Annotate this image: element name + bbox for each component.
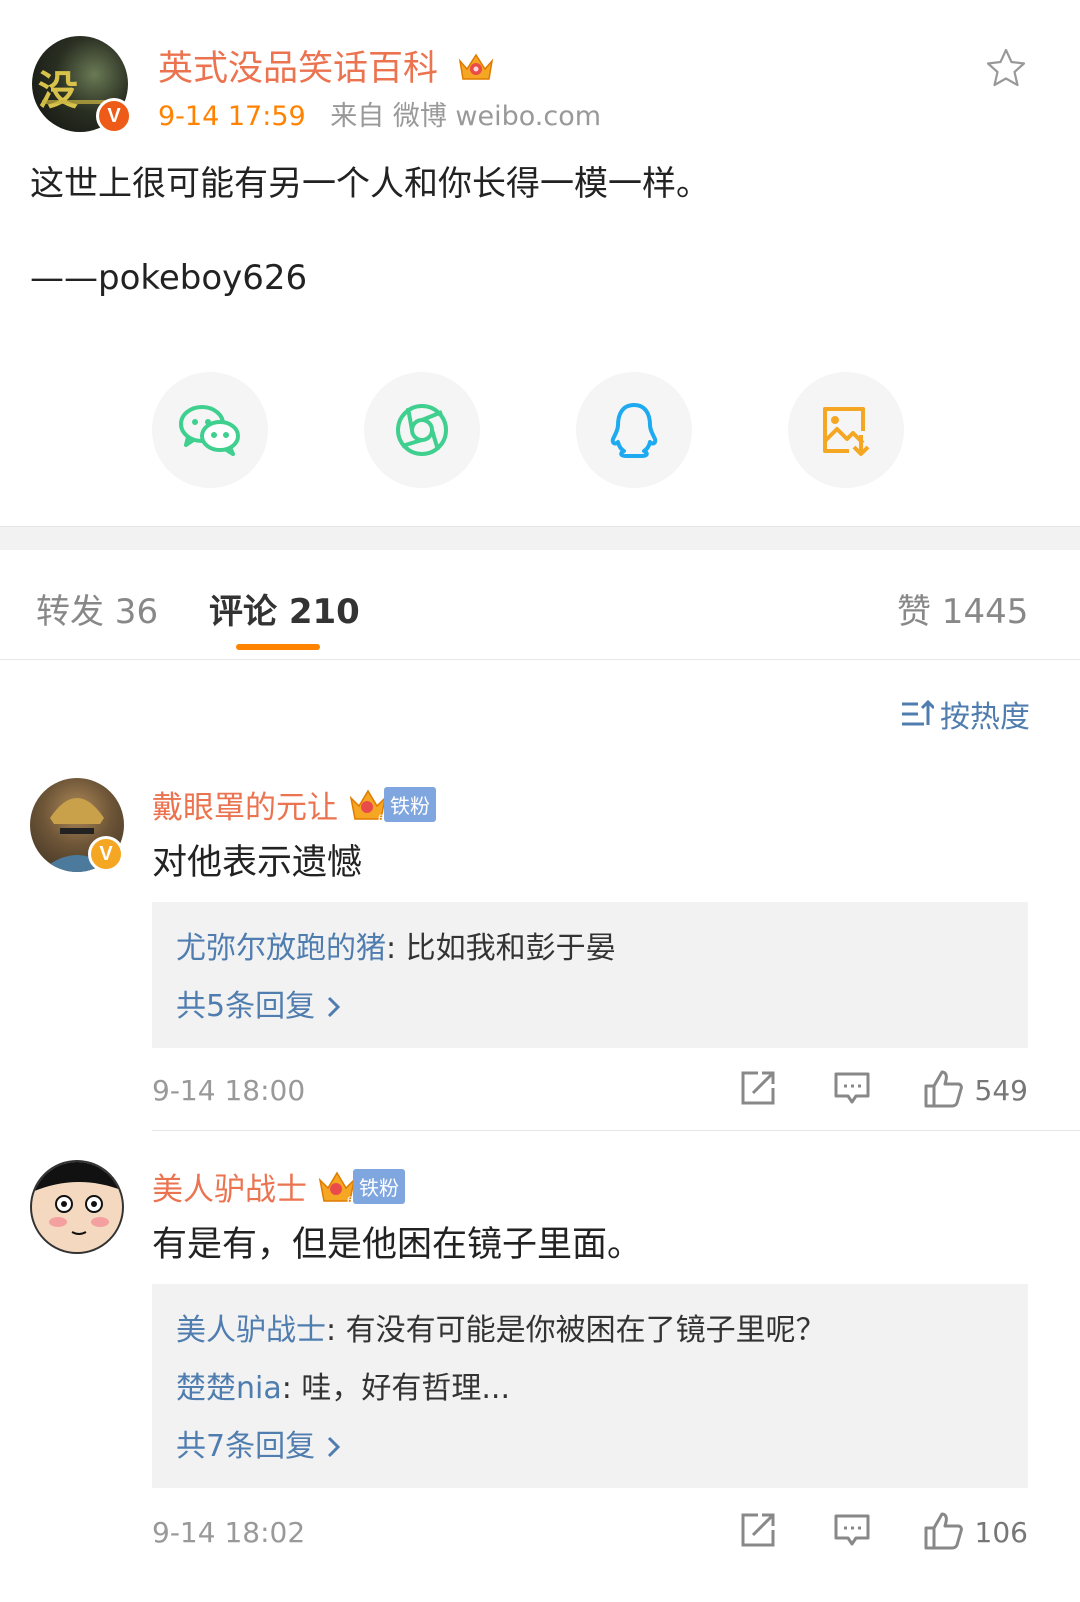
post-text: 这世上很可能有另一个人和你长得一模一样。 (30, 164, 710, 204)
fan-tag: 铁粉 (384, 787, 436, 822)
fan-badge: 6 铁粉 (317, 1168, 405, 1206)
commenter-name[interactable]: 戴眼罩的元让 6 铁粉 (152, 782, 436, 827)
save-image-icon (823, 407, 870, 456)
comment-text: 有是有，但是他困在镜子里面。 (152, 1225, 643, 1265)
post-meta: 9-14 17:59 来自 微博 weibo.com (158, 94, 601, 133)
commenter-name[interactable]: 美人驴战士 6 铁粉 (152, 1164, 405, 1209)
weibo-post: 没 V 英式没品笑话百科 9-14 17:59 来自 微博 weibo.com … (0, 0, 1080, 540)
post-time: 9-14 17:59 (158, 101, 306, 132)
reply-author[interactable]: 美人驴战士 (176, 1313, 326, 1348)
verified-badge: V (88, 836, 124, 872)
wechat-icon (179, 405, 240, 456)
repost-icon[interactable] (738, 1068, 782, 1112)
more-replies-label: 共7条回复 (176, 1429, 316, 1464)
reply-text: : 有没有可能是你被困在了镜子里呢？ (326, 1313, 826, 1348)
post-tabs: 转发 36 评论 210 赞 1445 (0, 550, 1080, 660)
fan-tag: 铁粉 (353, 1169, 405, 1204)
fan-crown-icon: 6 (349, 789, 387, 824)
chevron-right-icon (328, 1436, 341, 1458)
chevron-right-icon (328, 996, 341, 1018)
favorite-star-icon[interactable] (984, 46, 1028, 90)
like-icon[interactable] (922, 1510, 966, 1554)
avatar-glyph: 没 (38, 68, 78, 114)
reply-line: 楚楚nia: 哇，好有哲理... (176, 1360, 1004, 1418)
reply-box[interactable]: 美人驴战士: 有没有可能是你被困在了镜子里呢？ 楚楚nia: 哇，好有哲理...… (152, 1284, 1028, 1488)
reply-box[interactable]: 尤弥尔放跑的猪: 比如我和彭于晏 共5条回复 (152, 902, 1028, 1048)
reply-author[interactable]: 楚楚nia (176, 1371, 282, 1406)
sort-label: 按热度 (940, 700, 1030, 735)
crown-icon (457, 49, 495, 92)
author-name-text: 英式没品笑话百科 (158, 49, 439, 89)
more-replies-label: 共5条回复 (176, 989, 316, 1024)
tab-repost[interactable]: 转发 36 (36, 584, 158, 633)
more-replies-link[interactable]: 共5条回复 (176, 978, 1004, 1036)
reply-text: : 比如我和彭于晏 (386, 931, 616, 966)
share-wechat-button[interactable] (152, 372, 268, 488)
commenter-name-text: 美人驴战士 (152, 1172, 307, 1208)
like-count: 106 (974, 1516, 1028, 1549)
section-separator (0, 526, 1080, 550)
reply-author[interactable]: 尤弥尔放跑的猪 (176, 931, 386, 966)
commenter-avatar[interactable] (30, 1160, 124, 1254)
tab-likes[interactable]: 赞 1445 (897, 584, 1028, 633)
like-icon[interactable] (922, 1068, 966, 1112)
comment-footer: 9-14 18:02 106 (152, 1510, 1028, 1560)
post-source: 来自 微博 weibo.com (330, 101, 602, 132)
repost-icon[interactable] (738, 1510, 782, 1554)
active-tab-indicator (236, 644, 320, 650)
author-name[interactable]: 英式没品笑话百科 (158, 40, 495, 92)
share-qq-button[interactable] (576, 372, 692, 488)
fan-badge: 6 铁粉 (348, 786, 436, 824)
qq-icon (610, 403, 658, 458)
save-image-button[interactable] (788, 372, 904, 488)
fan-crown-icon: 6 (318, 1171, 356, 1206)
post-signature: ——pokeboy626 (30, 258, 308, 298)
comment-divider (152, 1130, 1080, 1131)
comment-time: 9-14 18:00 (152, 1074, 306, 1107)
reply-line: 尤弥尔放跑的猪: 比如我和彭于晏 (176, 920, 1004, 978)
comment-icon[interactable] (832, 1068, 876, 1112)
commenter-name-text: 戴眼罩的元让 (152, 790, 338, 826)
verified-badge: V (96, 98, 132, 134)
more-replies-link[interactable]: 共7条回复 (176, 1418, 1004, 1476)
sort-by-hot-button[interactable]: 按热度 (900, 692, 1030, 736)
moments-icon (396, 404, 448, 456)
reply-text: : 哇，好有哲理... (281, 1371, 510, 1406)
reply-line: 美人驴战士: 有没有可能是你被困在了镜子里呢？ (176, 1302, 1004, 1360)
share-row (0, 372, 1080, 488)
tab-comments[interactable]: 评论 210 (209, 584, 360, 633)
comment-footer: 9-14 18:00 549 (152, 1068, 1028, 1118)
like-count: 549 (974, 1074, 1028, 1107)
comment-icon[interactable] (832, 1510, 876, 1554)
sort-icon (902, 699, 934, 726)
comment-text: 对他表示遗憾 (152, 843, 363, 883)
share-moments-button[interactable] (364, 372, 480, 488)
comment-time: 9-14 18:02 (152, 1516, 306, 1549)
